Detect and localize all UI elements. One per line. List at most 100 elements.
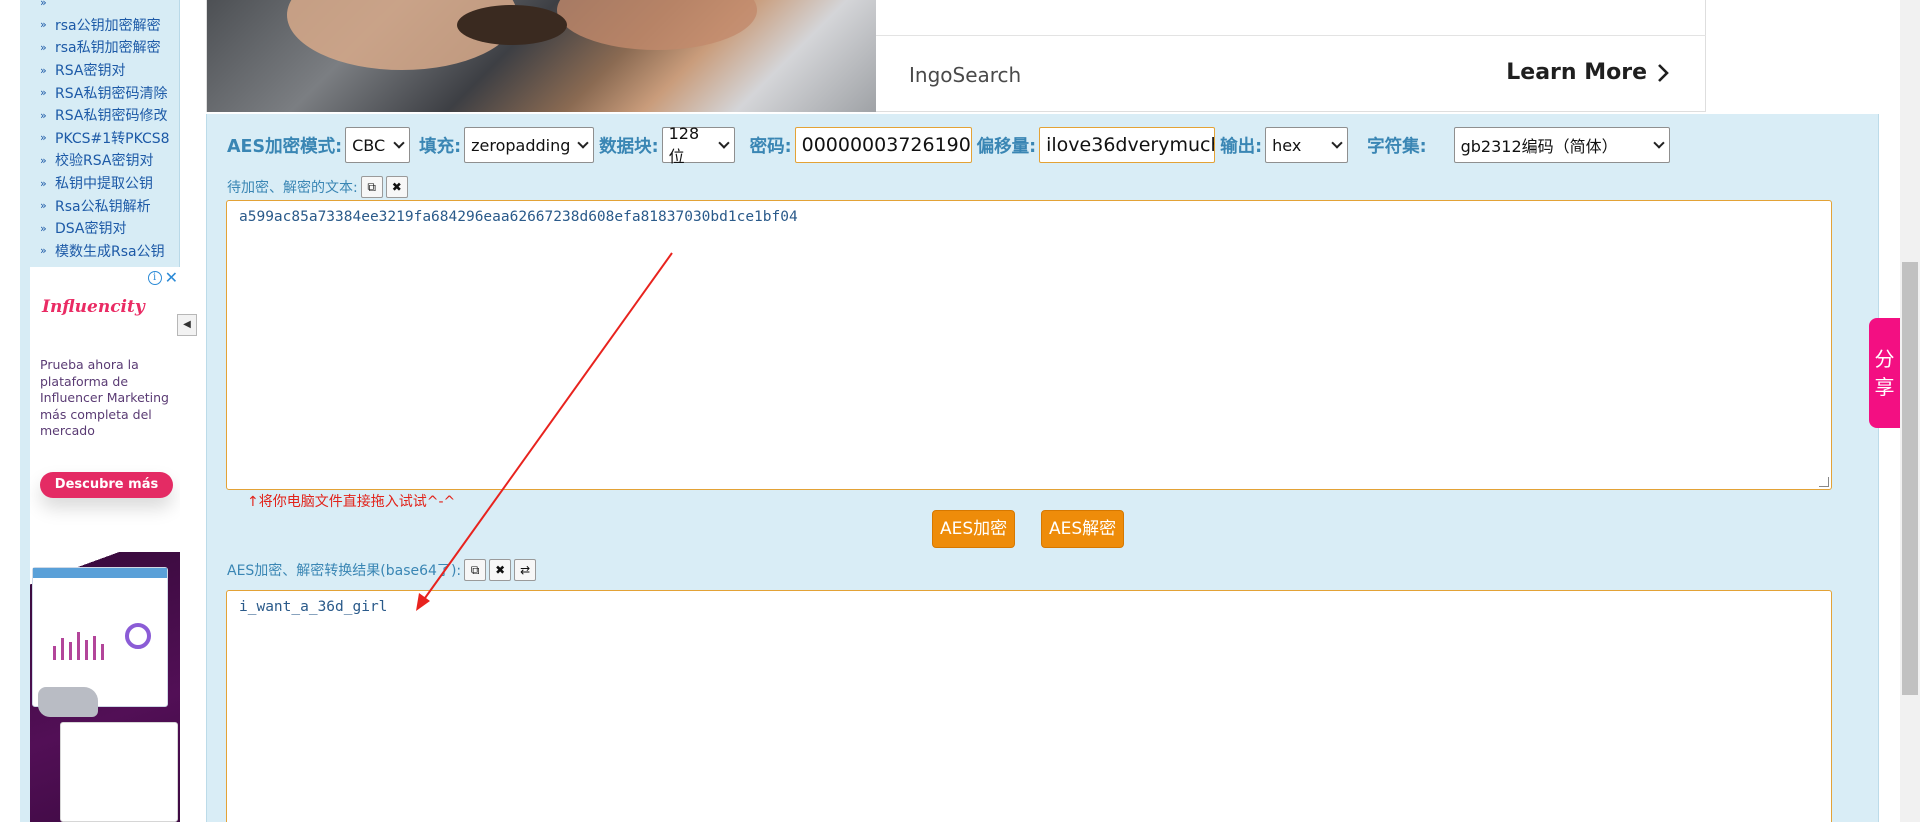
collapse-sidebar-button[interactable]: ◀ — [177, 314, 197, 336]
sidebar-item-rsa-password-change[interactable]: » RSA私钥密码修改 — [30, 104, 180, 127]
password-input[interactable]: 000000037261903 — [794, 127, 972, 163]
sidebar-item-label: 私钥中提取公钥 — [55, 176, 153, 193]
ad-donut-chart-icon — [125, 623, 151, 649]
banner-advertisement[interactable]: IngoSearch Learn More — [206, 0, 1706, 112]
drag-drop-hint: ↑将你电脑文件直接拖入试试^-^ — [247, 494, 456, 510]
chevron-double-right-icon: » — [40, 40, 47, 54]
share-label-1: 分 — [1874, 347, 1895, 371]
ad-list-image — [60, 722, 178, 822]
ad-info-icon[interactable]: i — [147, 271, 162, 285]
chevron-double-right-icon: » — [40, 199, 47, 213]
output-label-text: AES加密、解密转换结果(base64了): — [227, 563, 462, 579]
sidebar-item-label: RSA私钥密码清除 — [55, 85, 168, 102]
chevron-double-right-icon: » — [40, 131, 47, 145]
charset-select[interactable]: gb2312编码（简体） — [1453, 127, 1670, 163]
chevron-down-icon — [1652, 137, 1665, 149]
output-select[interactable]: hex — [1265, 127, 1349, 163]
input-section-header: 待加密、解密的文本: ⧉ ✖ — [227, 176, 408, 198]
sidebar-item-label: 模数生成Rsa公钥 — [55, 243, 165, 260]
sidebar-item-rsa-private-encrypt[interactable]: » rsa私钥加密解密 — [30, 36, 180, 59]
sidebar-item-label: RSA私钥密码修改 — [55, 108, 168, 125]
mode-select[interactable]: CBC — [345, 127, 411, 163]
sidebar-item-label: rsa私钥加密解密 — [55, 40, 161, 57]
options-toolbar: AES加密模式: CBC 填充: zeropadding 数据块: 128位 密… — [227, 124, 1675, 166]
output-label: 输出: — [1220, 136, 1263, 157]
mode-value: CBC — [352, 135, 386, 155]
triangle-left-icon: ◀ — [183, 319, 191, 330]
chevron-down-icon — [1331, 137, 1343, 149]
learn-more-button[interactable]: Learn More — [1506, 60, 1669, 85]
sidebar-item-rsa-password-clear[interactable]: » RSA私钥密码清除 — [30, 81, 180, 104]
padding-select[interactable]: zeropadding — [464, 127, 595, 163]
sidebar-item-label: RSA密钥对 — [55, 63, 126, 80]
ad-map-image — [38, 687, 98, 717]
scrollbar[interactable] — [1900, 0, 1920, 822]
copy-icon: ⧉ — [367, 180, 376, 194]
sidebar-item-pkcs1-to-pkcs8[interactable]: » PKCS#1转PKCS8 — [30, 127, 180, 150]
sidebar-item-rsa-keypair[interactable]: » RSA密钥对 — [30, 59, 180, 82]
scrollbar-thumb[interactable] — [1902, 262, 1918, 695]
sidebar-item-label: 校验RSA密钥对 — [55, 153, 154, 170]
banner-divider — [876, 35, 1706, 36]
input-label: 待加密、解密的文本: — [227, 180, 358, 196]
sidebar-item-modulus-rsa-public[interactable]: » 模数生成Rsa公钥 — [30, 240, 180, 263]
sidebar-item-rsa-public-encrypt[interactable]: » rsa公钥加密解密 — [30, 14, 180, 37]
block-size-value: 128位 — [668, 123, 700, 166]
resize-handle[interactable] — [1819, 477, 1829, 487]
sidebar-nav: » » rsa公钥加密解密 » rsa私钥加密解密 » RSA密钥对 » RSA私钥密码… — [30, 0, 180, 262]
chevron-right-icon — [1658, 63, 1669, 82]
chevron-double-right-icon: » — [40, 221, 47, 235]
sidebar-item-label: Rsa公私钥解析 — [55, 198, 151, 215]
chevron-double-right-icon: » — [40, 86, 47, 100]
learn-more-label: Learn More — [1506, 60, 1647, 85]
output-section-header: AES加密、解密转换结果(base64了): ⧉ ✖ ⇄ — [227, 559, 537, 581]
input-text: a599ac85a73384ee3219fa684296eaa62667238d… — [239, 209, 798, 225]
ad-cta-button[interactable]: Descubre más — [40, 472, 173, 498]
sidebar-item-partial[interactable]: » — [30, 0, 180, 14]
aes-encrypt-button[interactable]: AES加密 — [932, 510, 1016, 548]
sidebar-item-rsa-key-parse[interactable]: » Rsa公私钥解析 — [30, 194, 180, 217]
aes-decrypt-button[interactable]: AES解密 — [1041, 510, 1125, 548]
chevron-double-right-icon: » — [40, 63, 47, 77]
output-value: hex — [1272, 135, 1302, 155]
chevron-down-icon — [577, 137, 589, 149]
sidebar-item-verify-rsa-keypair[interactable]: » 校验RSA密钥对 — [30, 149, 180, 172]
sidebar-item-label: DSA密钥对 — [55, 221, 127, 238]
copy-icon: ⧉ — [470, 563, 480, 577]
close-icon: ✖ — [391, 180, 402, 194]
ad-controls: i ✕ — [147, 270, 178, 286]
clear-output-button[interactable]: ✖ — [489, 559, 512, 581]
sidebar-item-extract-public-key[interactable]: » 私钥中提取公钥 — [30, 172, 180, 195]
charset-label: 字符集: — [1367, 136, 1427, 157]
output-text: i_want_a_36d_girl — [239, 599, 388, 615]
side-advertisement[interactable]: i ✕ Influencity Prueba ahora la platafor… — [30, 267, 180, 822]
input-textarea[interactable]: a599ac85a73384ee3219fa684296eaa62667238d… — [226, 200, 1832, 490]
mode-label: AES加密模式: — [227, 136, 343, 157]
swap-button[interactable]: ⇄ — [514, 559, 537, 581]
padding-value: zeropadding — [471, 135, 571, 155]
block-size-label: 数据块: — [599, 136, 659, 157]
chevron-double-right-icon: » — [40, 18, 47, 32]
ad-logo: Influencity — [42, 297, 145, 317]
copy-input-button[interactable]: ⧉ — [360, 176, 383, 198]
chevron-double-right-icon: » — [40, 108, 47, 122]
padding-label: 填充: — [419, 136, 462, 157]
chevron-down-icon — [718, 137, 730, 149]
close-icon: ✖ — [495, 563, 506, 577]
chevron-double-right-icon: » — [40, 244, 47, 258]
output-textarea[interactable]: i_want_a_36d_girl — [226, 590, 1832, 822]
swap-icon: ⇄ — [520, 563, 531, 577]
share-button[interactable]: 分 享 — [1869, 318, 1900, 428]
chevron-double-right-icon: » — [40, 176, 47, 190]
clear-input-button[interactable]: ✖ — [385, 176, 408, 198]
chevron-down-icon — [393, 137, 405, 149]
sidebar-item-label: PKCS#1转PKCS8 — [55, 130, 170, 147]
block-size-select[interactable]: 128位 — [661, 124, 735, 166]
copy-output-button[interactable]: ⧉ — [464, 559, 487, 581]
close-icon[interactable]: ✕ — [165, 270, 178, 286]
ad-dashboard-image — [32, 567, 168, 707]
page: » » rsa公钥加密解密 » rsa私钥加密解密 » RSA密钥对 » RSA私钥密码… — [0, 0, 1920, 822]
banner-photo — [207, 0, 876, 112]
offset-input[interactable]: ilove36dverymuch — [1039, 127, 1216, 163]
sidebar-item-dsa-keypair[interactable]: » DSA密钥对 — [30, 217, 180, 240]
